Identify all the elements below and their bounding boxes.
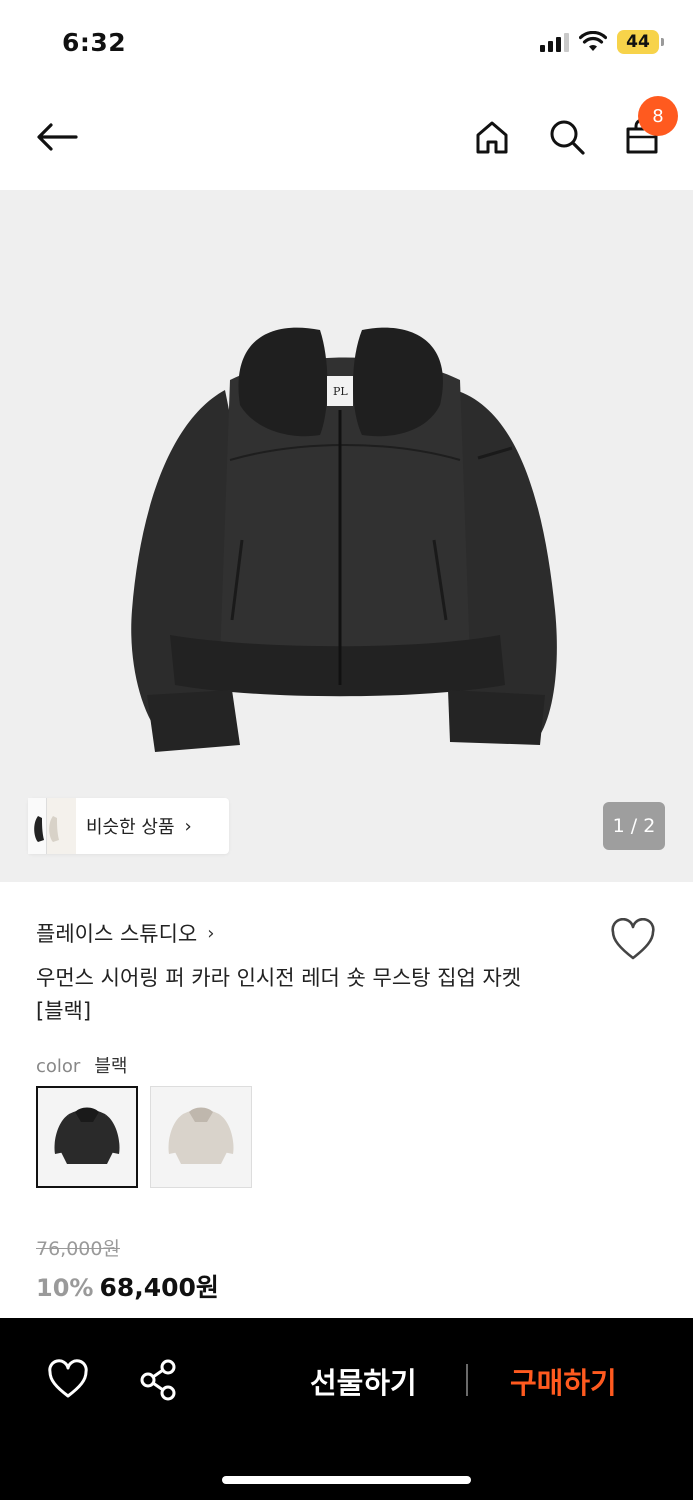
signal-icon <box>540 32 569 52</box>
top-nav <box>0 88 693 188</box>
heart-icon <box>48 1359 88 1398</box>
chevron-right-icon: › <box>184 815 192 837</box>
similar-products-button[interactable]: 비슷한 상품 › <box>28 798 229 854</box>
product-image-gallery[interactable]: PL 비슷한 상품 › 1 / 2 <box>0 190 693 882</box>
wishlist-button[interactable] <box>610 917 656 962</box>
color-label: color <box>36 1056 81 1077</box>
share-button[interactable] <box>138 1358 180 1402</box>
status-bar: 6:32 44 <box>0 0 693 88</box>
similar-thumbnail <box>46 798 76 854</box>
search-icon <box>550 120 585 155</box>
original-price: 76,000원 <box>36 1238 120 1260</box>
status-icons: 44 <box>540 30 664 54</box>
brand-name: 플레이스 스튜디오 <box>36 922 198 946</box>
color-swatch-black[interactable] <box>36 1086 138 1188</box>
brand-link[interactable]: 플레이스 스튜디오 › <box>36 918 214 948</box>
color-swatch-ivory[interactable] <box>150 1086 252 1188</box>
selected-color-value: 블랙 <box>94 1056 128 1077</box>
discount-rate: 10% <box>36 1274 94 1302</box>
price-row: 10% 68,400원 <box>36 1268 219 1304</box>
back-button[interactable] <box>32 112 82 162</box>
svg-text:PL: PL <box>333 385 348 398</box>
like-button[interactable] <box>45 1358 91 1402</box>
status-time: 6:32 <box>62 28 127 57</box>
wifi-icon <box>579 31 607 51</box>
share-icon <box>140 1359 176 1401</box>
cart-count-badge: 8 <box>638 96 678 136</box>
back-arrow-icon <box>37 123 78 151</box>
home-button[interactable] <box>467 112 517 162</box>
search-button[interactable] <box>542 112 592 162</box>
sale-price: 68,400원 <box>99 1273 219 1302</box>
bottom-action-bar: 선물하기 구매하기 <box>0 1318 693 1500</box>
image-page-indicator: 1 / 2 <box>603 802 665 850</box>
heart-icon <box>611 917 655 960</box>
divider <box>466 1364 468 1396</box>
similar-thumbnails <box>28 798 76 854</box>
buy-button[interactable]: 구매하기 <box>510 1360 617 1402</box>
product-title-line: 우먼스 시어링 퍼 카라 인시전 레더 숏 무스탕 집업 자켓 <box>36 966 522 990</box>
similar-products-label: 비슷한 상품 <box>86 817 175 838</box>
battery-icon: 44 <box>617 30 664 54</box>
product-image: PL <box>131 327 557 752</box>
color-selector-label: color 블랙 <box>36 1052 127 1078</box>
home-indicator <box>222 1476 471 1484</box>
product-title: 우먼스 시어링 퍼 카라 인시전 레더 숏 무스탕 집업 자켓 [블랙] <box>36 962 596 1028</box>
swatch-image <box>168 1107 234 1164</box>
chevron-right-icon: › <box>207 922 215 944</box>
gift-button[interactable]: 선물하기 <box>310 1360 417 1402</box>
home-icon <box>476 121 508 154</box>
swatch-image <box>54 1107 120 1164</box>
product-title-line: [블랙] <box>36 999 92 1023</box>
